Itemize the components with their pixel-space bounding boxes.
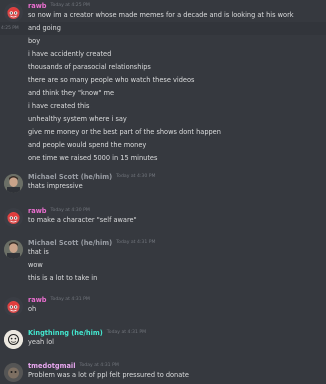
message-text: Problem was a lot of ppl felt pressured … — [28, 370, 189, 379]
message-text: give me money or the best part of the sh… — [28, 127, 221, 136]
message-text: this is a lot to take in — [28, 273, 98, 282]
timestamp: Today at 4:31 PM — [106, 330, 147, 335]
message-text: unhealthy system where i say — [28, 114, 127, 123]
message-text: and think they "know" me — [28, 88, 115, 97]
avatar[interactable] — [4, 240, 23, 259]
message-text: boy — [28, 36, 41, 45]
timestamp: Today at 4:31 PM — [116, 240, 156, 245]
chat-messages: rawb Today at 4:25 PM so now im a creator… — [0, 0, 326, 384]
message-header: rawb Today at 4:31 PM — [28, 296, 90, 308]
avatar[interactable] — [4, 3, 23, 22]
timestamp: Today at 4:31 PM — [50, 297, 90, 302]
message-text: yeah lol — [28, 337, 54, 346]
timestamp: Today at 4:30 PM — [116, 174, 156, 179]
message-text: thats impressive — [28, 181, 83, 190]
message-text: so now im a creator whose made memes for… — [28, 10, 294, 19]
avatar[interactable] — [4, 174, 23, 193]
message-text: that is — [28, 247, 49, 256]
message-text: wow — [28, 260, 43, 269]
timestamp: Today at 4:25 PM — [50, 3, 90, 8]
avatar[interactable] — [4, 363, 23, 382]
message-text: oh — [28, 304, 37, 313]
message-text: thousands of parasocial relationships — [28, 62, 151, 71]
timestamp: Today at 4:31 PM — [79, 363, 119, 368]
message-text: there are so many people who watch these… — [28, 75, 195, 84]
message-text: and going — [28, 23, 61, 32]
message-text: i have accidently created — [28, 49, 112, 58]
avatar[interactable] — [4, 330, 23, 349]
message-text: one time we raised 5000 in 15 minutes — [28, 153, 158, 162]
message-text: and people would spend the money — [28, 140, 147, 149]
message-text: to make a character "self aware" — [28, 215, 137, 224]
avatar[interactable] — [4, 297, 23, 316]
timestamp: Today at 4:30 PM — [50, 208, 90, 213]
avatar[interactable] — [4, 208, 23, 227]
message-text: i have created this — [28, 101, 90, 110]
hover-timestamp: 4:25 PM — [1, 26, 19, 31]
